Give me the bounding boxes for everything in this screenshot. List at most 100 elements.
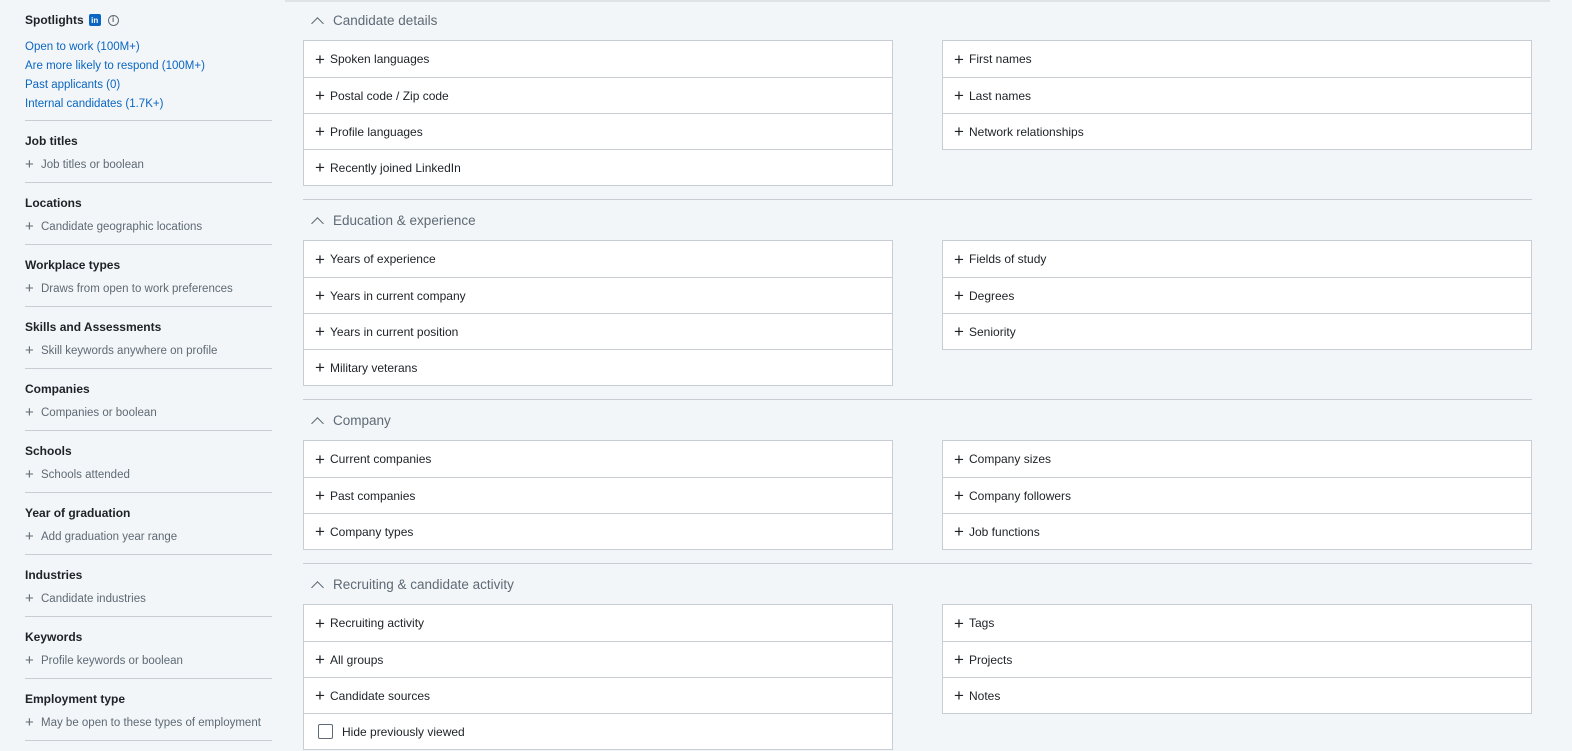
section-title: Recruiting & candidate activity (333, 576, 514, 592)
filter-label: Network relationships (969, 124, 1084, 139)
add-companies-button[interactable]: + Companies or boolean (25, 405, 272, 420)
filter-label: Recruiting activity (330, 616, 425, 630)
filter-placeholder: May be open to these types of employment (41, 716, 261, 729)
filter-job-titles: Job titles + Job titles or boolean (25, 121, 272, 183)
plus-icon: + (954, 286, 964, 305)
add-last-names-filter[interactable]: + Last names (943, 77, 1531, 113)
section-toggle-company[interactable]: Company (303, 400, 1532, 440)
spotlight-likely-to-respond[interactable]: Are more likely to respond (100M+) (25, 57, 272, 76)
filter-title: Workplace types (25, 258, 121, 272)
plus-icon: + (25, 156, 34, 173)
add-network-relationships-filter[interactable]: + Network relationships (943, 113, 1531, 149)
filter-title: Schools (25, 444, 72, 458)
filter-locations: Locations + Candidate geographic locations (25, 183, 272, 245)
plus-icon: + (315, 49, 325, 69)
filter-schools: Schools + Schools attended (25, 431, 272, 493)
add-all-groups-filter[interactable]: + All groups (304, 641, 892, 677)
section-toggle-candidate-details[interactable]: Candidate details (303, 0, 1532, 40)
add-recently-joined-linkedin-filter[interactable]: + Recently joined LinkedIn (304, 149, 892, 185)
add-tags-filter[interactable]: + Tags (943, 605, 1531, 641)
spotlights-header: Spotlights in i (25, 0, 272, 38)
add-spoken-languages-filter[interactable]: + Spoken languages (304, 41, 892, 77)
plus-icon: + (954, 650, 964, 669)
add-employment-type-button[interactable]: + May be open to these types of employmen… (25, 715, 272, 730)
section-toggle-education-experience[interactable]: Education & experience (303, 200, 1532, 240)
add-job-titles-button[interactable]: + Job titles or boolean (25, 157, 272, 172)
add-notes-filter[interactable]: + Notes (943, 677, 1531, 713)
spotlight-internal-candidates[interactable]: Internal candidates (1.7K+) (25, 95, 272, 114)
chevron-up-icon (311, 16, 324, 30)
filter-label: Candidate sources (330, 688, 431, 703)
add-years-of-experience-filter[interactable]: + Years of experience (304, 241, 892, 277)
add-workplace-types-button[interactable]: + Draws from open to work preferences (25, 281, 272, 296)
section-candidate-details: Candidate details + Spoken languages + Posta… (303, 0, 1532, 186)
add-years-in-current-company-filter[interactable]: + Years in current company (304, 277, 892, 313)
linkedin-icon: in (88, 14, 101, 26)
info-icon[interactable]: i (107, 14, 119, 26)
chevron-up-icon (311, 416, 324, 430)
filter-label: Job functions (969, 524, 1040, 539)
plus-icon: + (315, 358, 325, 377)
add-skills-and-assessments-button[interactable]: + Skill keywords anywhere on profile (25, 343, 272, 358)
spotlights-list: Open to work (100M+) Are more likely to … (25, 38, 272, 121)
filter-label: Company sizes (969, 452, 1052, 466)
filter-label: First names (969, 52, 1032, 66)
filter-label: Last names (969, 88, 1032, 103)
filter-placeholder: Job titles or boolean (41, 158, 144, 171)
plus-icon: + (315, 158, 325, 177)
filter-placeholder: Candidate industries (41, 592, 146, 605)
filter-label: Years in current company (330, 288, 466, 303)
filter-industries: Industries + Candidate industries (25, 555, 272, 617)
add-projects-filter[interactable]: + Projects (943, 641, 1531, 677)
add-profile-languages-filter[interactable]: + Profile languages (304, 113, 892, 149)
filter-placeholder: Candidate geographic locations (41, 220, 203, 233)
section-title: Company (333, 412, 391, 428)
checkbox-label: Hide previously viewed (342, 724, 465, 739)
section-toggle-recruiting-candidate-activity[interactable]: Recruiting & candidate activity (303, 564, 1532, 604)
add-year-of-graduation-button[interactable]: + Add graduation year range (25, 529, 272, 544)
add-current-companies-filter[interactable]: + Current companies (304, 441, 892, 477)
add-postal-code-zip-code-filter[interactable]: + Postal code / Zip code (304, 77, 892, 113)
filter-label: Postal code / Zip code (330, 88, 449, 103)
add-keywords-button[interactable]: + Profile keywords or boolean (25, 653, 272, 668)
filter-label: Years in current position (330, 324, 459, 339)
add-recruiting-activity-filter[interactable]: + Recruiting activity (304, 605, 892, 641)
filters-sidebar: Spotlights in i Open to work (100M+) Are… (25, 0, 272, 741)
plus-icon: + (954, 249, 964, 269)
hide-previously-viewed-checkbox[interactable] (318, 724, 333, 739)
filter-title: Skills and Assessments (25, 320, 162, 334)
add-industries-button[interactable]: + Candidate industries (25, 591, 272, 606)
filter-title: Job titles (25, 134, 78, 148)
add-job-functions-filter[interactable]: + Job functions (943, 513, 1531, 549)
chevron-up-icon (311, 580, 324, 594)
plus-icon: + (25, 590, 34, 607)
add-company-followers-filter[interactable]: + Company followers (943, 477, 1531, 513)
add-schools-button[interactable]: + Schools attended (25, 467, 272, 482)
plus-icon: + (954, 322, 964, 341)
add-military-veterans-filter[interactable]: + Military veterans (304, 349, 892, 385)
add-company-types-filter[interactable]: + Company types (304, 513, 892, 549)
spotlight-open-to-work[interactable]: Open to work (100M+) (25, 38, 272, 57)
add-fields-of-study-filter[interactable]: + Fields of study (943, 241, 1531, 277)
filter-title: Companies (25, 382, 90, 396)
filter-box: + First names + Last names + Network relation… (942, 40, 1532, 150)
plus-icon: + (315, 122, 325, 141)
plus-icon: + (315, 486, 325, 505)
hide-previously-viewed-row[interactable]: Hide previously viewed (304, 713, 892, 749)
add-past-companies-filter[interactable]: + Past companies (304, 477, 892, 513)
add-seniority-filter[interactable]: + Seniority (943, 313, 1531, 349)
sidebar-filter-list: Job titles + Job titles or boolean Location… (25, 121, 272, 741)
spotlight-past-applicants[interactable]: Past applicants (0) (25, 76, 272, 95)
add-candidate-sources-filter[interactable]: + Candidate sources (304, 677, 892, 713)
filter-label: Degrees (969, 288, 1015, 303)
plus-icon: + (315, 249, 325, 269)
filter-label: Past companies (330, 488, 416, 503)
add-years-in-current-position-filter[interactable]: + Years in current position (304, 313, 892, 349)
filter-label: Recently joined LinkedIn (330, 160, 461, 175)
plus-icon: + (954, 486, 964, 505)
add-locations-button[interactable]: + Candidate geographic locations (25, 219, 272, 234)
right-column: + Tags + Projects + Notes (942, 604, 1532, 750)
add-degrees-filter[interactable]: + Degrees (943, 277, 1531, 313)
add-company-sizes-filter[interactable]: + Company sizes (943, 441, 1531, 477)
add-first-names-filter[interactable]: + First names (943, 41, 1531, 77)
